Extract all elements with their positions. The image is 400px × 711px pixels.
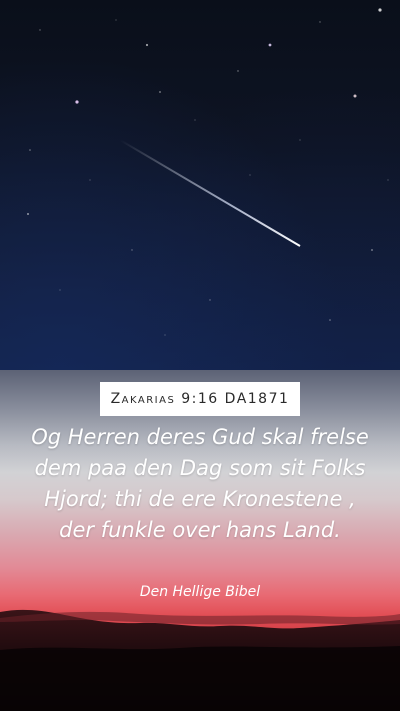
starfield: [27, 8, 389, 336]
verse-card: Zakarias 9:16 DA1871 Og Herren deres Gud…: [0, 370, 400, 620]
meteor-streak: [119, 139, 301, 247]
night-sky-photo: [0, 0, 400, 370]
verse-reference: Zakarias 9:16 DA1871: [100, 382, 300, 416]
verse-text: Og Herren deres Gud skal frelse dem paa …: [31, 425, 369, 542]
bible-source: Den Hellige Bibel: [139, 584, 261, 600]
wallpaper: Zakarias 9:16 DA1871 Og Herren deres Gud…: [0, 0, 400, 711]
